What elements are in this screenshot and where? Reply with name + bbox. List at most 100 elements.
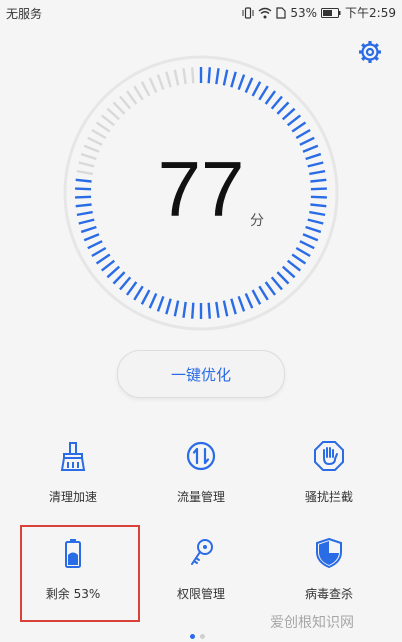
gauge-tick (156, 295, 165, 312)
gauge-tick (125, 90, 138, 105)
gauge-tick (244, 293, 254, 309)
gauge-tick (148, 293, 158, 309)
gauge-tick (258, 85, 269, 101)
gauge-tick (215, 301, 220, 318)
gauge-tick (125, 281, 138, 296)
gauge-tick (244, 77, 254, 93)
gauge-tick (222, 300, 229, 317)
gauge-tick (230, 71, 237, 88)
highlight-box (20, 525, 140, 622)
gauge-tick (100, 259, 116, 272)
gauge-tick (258, 285, 269, 301)
gauge-tick (270, 95, 283, 110)
gauge-tick (119, 276, 132, 291)
gauge-tick (165, 298, 172, 315)
gauge-tick (91, 246, 107, 258)
gauge-tick (230, 298, 237, 315)
gauge-tick (281, 107, 296, 121)
status-time: 下午2:59 (345, 6, 396, 20)
gauge-tick (112, 271, 126, 285)
gauge-tick (222, 69, 229, 86)
status-bar: 无服务 53% 下午2:59 (0, 0, 402, 24)
gauge-tick (237, 295, 246, 312)
gauge-tick (264, 90, 277, 105)
gauge-tick (251, 81, 262, 97)
watermark: 爱创根知识网 (270, 615, 354, 631)
gear-icon (359, 41, 381, 63)
tool-cleanup[interactable]: 清理加速 (6, 440, 140, 530)
battery-percent: 53% (290, 5, 318, 20)
gauge-tick (112, 101, 126, 115)
tool-label: 病毒查杀 (304, 587, 353, 601)
tool-label: 骚扰拦截 (304, 490, 353, 504)
gauge-tick (100, 114, 116, 127)
block-hand-icon (314, 441, 344, 471)
tool-traffic[interactable]: 流量管理 (134, 440, 268, 530)
gauge-tick (148, 77, 158, 93)
gauge-tick (106, 107, 121, 121)
gauge-tick (182, 68, 187, 85)
gauge-tick (156, 74, 165, 91)
gauge-tick (191, 67, 195, 84)
gauge-tick (276, 101, 290, 115)
gauge-tick (91, 128, 107, 140)
gauge-tick (286, 259, 302, 272)
shield-icon (316, 537, 342, 569)
gauge-tick (302, 233, 319, 242)
gauge-tick (295, 246, 311, 258)
battery-status-icon (321, 7, 341, 18)
gauge-tick (237, 74, 246, 91)
tool-block[interactable]: 骚扰拦截 (262, 440, 396, 530)
data-traffic-icon (186, 441, 216, 471)
gauge-tick (95, 253, 111, 265)
gauge-tick (207, 302, 211, 319)
page-indicator (190, 634, 205, 639)
tool-permissions[interactable]: 权限管理 (134, 537, 268, 627)
gauge-tick (270, 276, 283, 291)
status-icons: 53% 下午2:59 (242, 4, 396, 21)
gauge-tick (251, 289, 262, 305)
gauge-tick (207, 67, 211, 84)
page-dot (190, 634, 195, 639)
gauge-tick (264, 281, 277, 296)
broom-icon (60, 442, 86, 471)
gauge-tick (106, 265, 121, 279)
tool-label: 清理加速 (48, 490, 97, 504)
tool-label: 流量管理 (176, 490, 225, 504)
gauge-tick (215, 68, 220, 85)
gauge-tick (95, 121, 111, 133)
optimize-button[interactable]: 一键优化 (117, 350, 285, 398)
gauge-tick (291, 253, 307, 265)
gauge-tick (119, 95, 132, 110)
gauge-tick (83, 233, 100, 242)
gauge-tick (87, 136, 103, 146)
vibrate-icon (242, 6, 254, 19)
gauge-tick (286, 114, 302, 127)
gauge-tick (140, 289, 151, 305)
gauge-tick (276, 271, 290, 285)
carrier-text: 无服务 (6, 7, 43, 21)
score-gauge: 77 分 (60, 52, 342, 334)
gauge-tick (133, 285, 144, 301)
gauge-tick (133, 85, 144, 101)
settings-button[interactable] (356, 38, 384, 66)
gauge-tick (295, 128, 311, 140)
gauge-tick (182, 301, 187, 318)
gauge-tick (140, 81, 151, 97)
tool-label: 权限管理 (176, 587, 225, 601)
wifi-icon (258, 7, 272, 18)
score-value: 77 (157, 145, 245, 233)
page-dot (200, 634, 205, 639)
sim-icon (276, 6, 286, 19)
gauge-tick (281, 265, 296, 279)
score-unit: 分 (250, 213, 264, 229)
gauge-tick (173, 69, 180, 86)
gauge-tick (299, 136, 315, 146)
gauge-tick (191, 302, 195, 319)
key-icon (191, 539, 213, 565)
gauge-tick (299, 240, 315, 250)
gauge-tick (165, 71, 172, 88)
gauge-tick (291, 121, 307, 133)
gauge-tick (87, 240, 103, 250)
gauge-tick (173, 300, 180, 317)
